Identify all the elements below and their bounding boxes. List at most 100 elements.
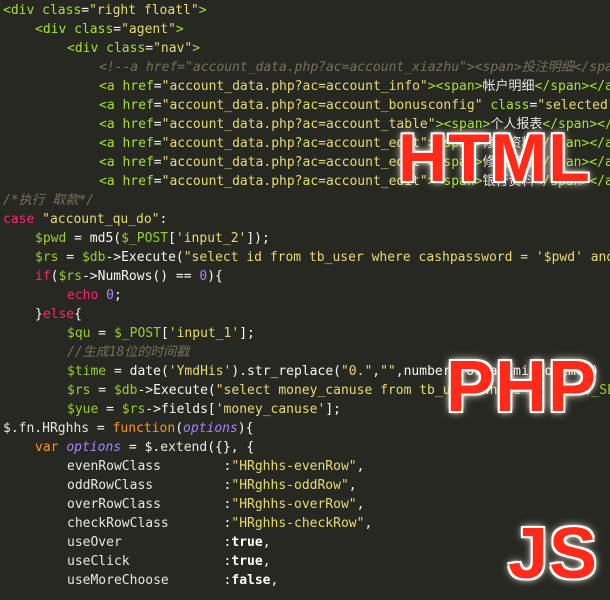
code-token: = [66, 231, 90, 246]
code-token: <a [99, 136, 123, 151]
code-token: <a [99, 98, 123, 113]
code-token: = [106, 364, 130, 379]
code-token: Execute [121, 250, 176, 265]
code-token: $yue [67, 402, 99, 417]
code-token: "0." [340, 364, 373, 379]
code-line: /*执行 取款*/ [3, 191, 94, 210]
code-token: </span></a> [534, 79, 610, 94]
code-token: -> [137, 383, 154, 398]
code-line: //生成18位的时间戳 [67, 343, 189, 362]
code-token: ( [160, 364, 169, 379]
php-label: PHP [446, 347, 598, 427]
code-token: $rs [35, 250, 59, 265]
code-token: if [35, 269, 51, 284]
code-token: , [270, 573, 279, 588]
code-editor: <div class="right floatl"> <div class="ag… [0, 0, 610, 600]
code-token: -> [81, 269, 98, 284]
code-token: "agent" [121, 22, 176, 37]
code-token: ]; [239, 326, 255, 341]
code-token: options [183, 421, 238, 436]
code-token: "HRghhs-evenRow" [231, 459, 357, 474]
code-token: ){ [207, 269, 223, 284]
code-token: $_POST [113, 326, 161, 341]
code-token: $time [67, 364, 107, 379]
code-token: date [129, 364, 161, 379]
code-token: = [81, 3, 90, 18]
code-token: class [490, 98, 530, 113]
code-token: <div [3, 3, 43, 18]
code-token: <a [99, 79, 123, 94]
code-token: ({}, { [207, 440, 255, 455]
code-token: options [66, 440, 122, 455]
code-token: ( [207, 383, 216, 398]
code-token: , [364, 516, 373, 531]
code-token: ( [113, 231, 122, 246]
code-token: str_replace [247, 364, 334, 379]
code-token: case [3, 212, 43, 227]
code-token: md5 [89, 231, 114, 246]
code-token: "account_data.php?ac=account_info" [161, 79, 428, 94]
code-token: [ [160, 326, 169, 341]
code-line: }else{ [35, 305, 82, 324]
code-token: false [231, 573, 271, 588]
code-token: useClick [67, 554, 224, 569]
code-token: "right floatl" [89, 3, 199, 18]
code-token: ]; [325, 402, 341, 417]
code-token: "account_data.php?ac=account_bonusconfig… [161, 98, 491, 113]
code-token: fields [160, 402, 208, 417]
code-token: ( [333, 364, 341, 379]
code-line: useOver :true, [67, 533, 271, 552]
code-line: <div class="right floatl"> [3, 1, 207, 20]
code-line: checkRowClass :"HRghhs-checkRow", [67, 514, 372, 533]
code-token: , [356, 497, 365, 512]
code-token: echo [67, 288, 107, 303]
code-token: = [58, 250, 82, 265]
code-line: $qu = $_POST['input_1']; [67, 324, 255, 343]
code-token: class [106, 41, 146, 56]
code-line: <div class="nav"> [67, 39, 200, 58]
code-token: "account_data.php?ac=account_edit" [161, 155, 428, 170]
code-token: useMoreChoose [67, 573, 224, 588]
code-line: overRowClass :"HRghhs-overRow", [67, 495, 364, 514]
code-token: "account_qu_do" [42, 212, 160, 227]
code-token: "" [380, 364, 396, 379]
code-token: 'money_canuse' [215, 402, 326, 417]
code-line: <a href="account_data.php?ac=account_bon… [99, 96, 610, 115]
code-token: "selected" [537, 98, 610, 113]
code-token: <div [67, 41, 107, 56]
code-token: $rs [67, 383, 91, 398]
code-line: <div class="agent"> [35, 20, 184, 39]
code-line: oddRowClass :"HRghhs-oddRow", [67, 476, 357, 495]
code-token: <a [99, 174, 123, 189]
code-token: useOver [67, 535, 224, 550]
code-token: = [153, 79, 162, 94]
code-token: : [159, 212, 168, 227]
code-token: , [262, 535, 271, 550]
code-token: [ [207, 402, 216, 417]
code-token: /*执行 取款*/ [3, 193, 95, 208]
code-token: = [153, 117, 162, 132]
code-token: NumRows [97, 269, 153, 284]
code-token: $db [81, 250, 106, 265]
code-token: function [112, 421, 176, 436]
code-token: ><span> [427, 79, 483, 94]
js-label: JS [508, 514, 599, 594]
code-token: $db [113, 383, 138, 398]
code-token: > [192, 41, 201, 56]
code-token: "select id from tb_user where cashpasswo… [183, 250, 610, 265]
code-token: overRowClass [67, 497, 224, 512]
code-line: $rs = $db->Execute("select id from tb_us… [35, 248, 610, 267]
code-token: href [122, 79, 154, 94]
code-token: "account_data.php?ac=account_edit" [161, 174, 428, 189]
code-token: HRghhs [42, 421, 90, 436]
code-token: $pwd [35, 231, 67, 246]
code-token: 'input_2' [175, 231, 247, 246]
code-token: = [145, 41, 154, 56]
code-token: ). [231, 364, 248, 379]
code-token: -> [145, 402, 161, 417]
code-token: ]); [246, 231, 270, 246]
code-token: <!--a href="account_data.php?ac=account_… [99, 60, 610, 75]
code-line: evenRowClass :"HRghhs-evenRow", [67, 457, 364, 476]
code-token: , [395, 364, 404, 379]
code-token: = [153, 155, 162, 170]
